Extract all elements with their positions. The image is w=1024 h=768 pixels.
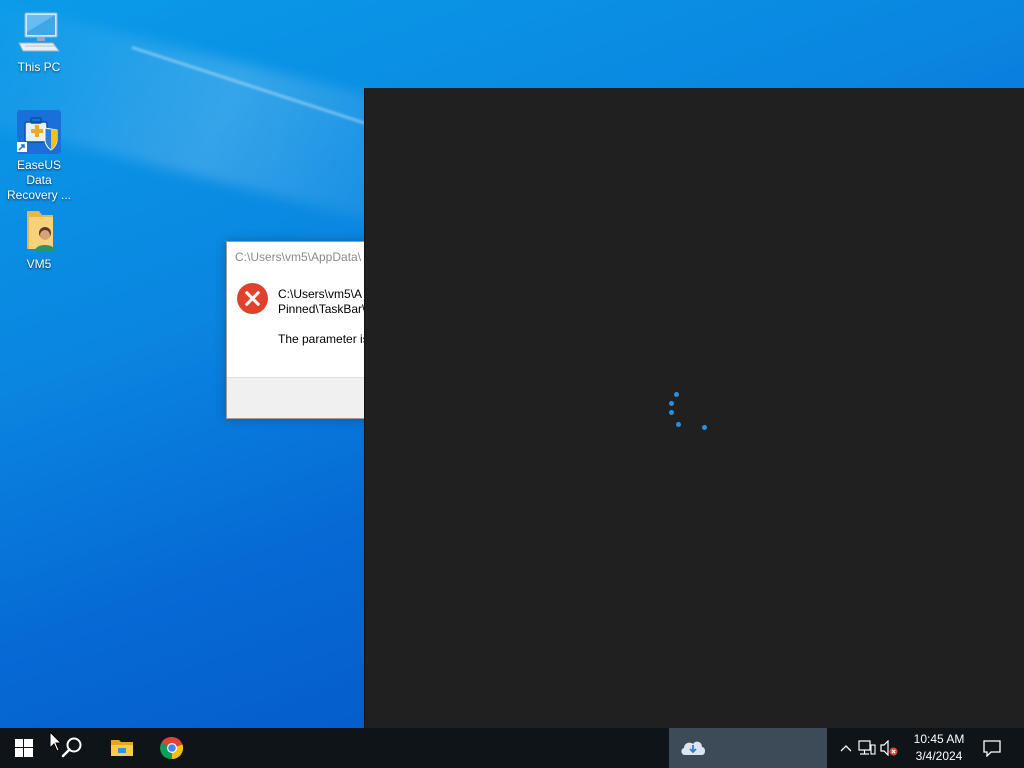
spinner-dot bbox=[702, 425, 707, 430]
clock-time: 10:45 AM bbox=[913, 732, 965, 746]
action-center-icon bbox=[983, 740, 1001, 757]
computer-icon bbox=[15, 10, 63, 58]
mouse-cursor-icon bbox=[49, 731, 63, 752]
dialog-error-detail: The parameter is bbox=[278, 332, 369, 346]
dialog-message: C:\Users\vm5\A Pinned\TaskBar\ bbox=[278, 287, 365, 317]
system-tray bbox=[836, 728, 900, 768]
easeus-icon bbox=[15, 108, 63, 156]
loading-window[interactable] bbox=[364, 88, 1024, 728]
volume-muted-icon bbox=[880, 740, 898, 756]
dialog-button-area bbox=[227, 377, 387, 418]
taskbar-chrome[interactable] bbox=[148, 728, 196, 768]
spinner-dot bbox=[674, 392, 679, 397]
desktop-icon-label: VM5 bbox=[26, 257, 52, 271]
network-button[interactable] bbox=[856, 740, 878, 756]
taskbar-file-explorer[interactable] bbox=[98, 728, 146, 768]
action-center-button[interactable] bbox=[976, 728, 1008, 768]
desktop-icon-label: EaseUS Data Recovery ... bbox=[6, 158, 72, 202]
user-folder-icon bbox=[15, 207, 63, 255]
taskbar: 10:45 AM 3/4/2024 bbox=[0, 728, 1024, 768]
spinner-dot bbox=[669, 401, 674, 406]
start-button[interactable] bbox=[0, 728, 48, 768]
chrome-icon bbox=[160, 736, 184, 760]
desktop-icon-easeus-data-recovery[interactable]: EaseUS Data Recovery ... bbox=[1, 108, 77, 203]
dialog-message-line: Pinned\TaskBar\ bbox=[278, 302, 366, 316]
spinner-dot bbox=[669, 410, 674, 415]
desktop-icon-this-pc[interactable]: This PC bbox=[1, 10, 77, 75]
show-hidden-icons-button[interactable] bbox=[836, 744, 856, 752]
spinner-dot bbox=[676, 422, 681, 427]
dialog-title: C:\Users\vm5\AppData\ bbox=[235, 250, 362, 264]
taskbar-active-app[interactable] bbox=[669, 728, 827, 768]
network-icon bbox=[858, 740, 876, 755]
dialog-message-line: C:\Users\vm5\A bbox=[278, 287, 363, 301]
desktop-icon-vm5[interactable]: VM5 bbox=[1, 207, 77, 272]
windows-logo-icon bbox=[15, 739, 33, 757]
desktop-icon-label: This PC bbox=[17, 60, 61, 74]
file-explorer-icon bbox=[111, 740, 133, 756]
taskbar-clock[interactable]: 10:45 AM 3/4/2024 bbox=[906, 731, 972, 765]
volume-button[interactable] bbox=[878, 740, 900, 756]
search-icon bbox=[61, 737, 82, 758]
error-icon bbox=[237, 283, 268, 314]
onedrive-cloud-icon bbox=[681, 741, 705, 755]
clock-date: 3/4/2024 bbox=[915, 749, 963, 763]
chevron-up-icon bbox=[840, 745, 852, 752]
